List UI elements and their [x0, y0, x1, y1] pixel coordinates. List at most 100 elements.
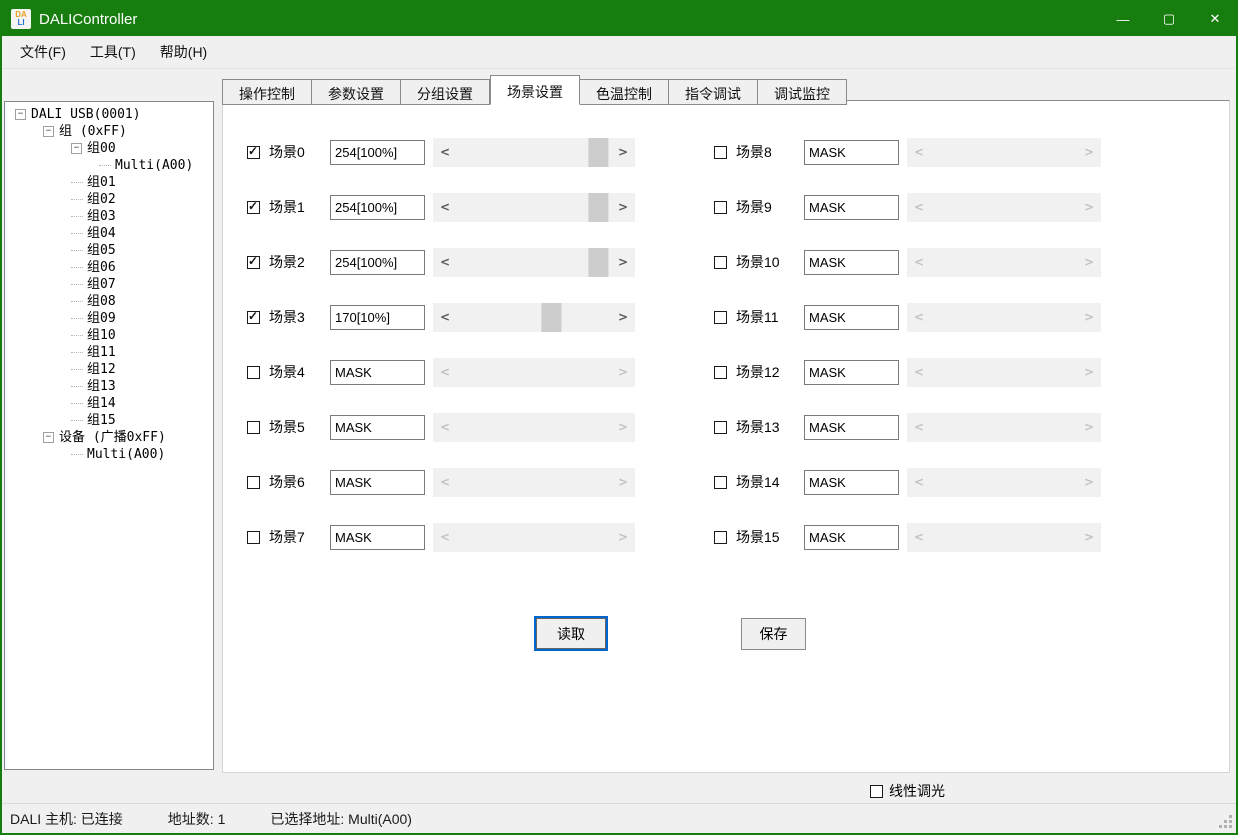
tree-item[interactable]: 组05	[5, 242, 213, 259]
slider-left-arrow-icon[interactable]: <	[433, 138, 457, 167]
save-button[interactable]: 保存	[741, 618, 806, 650]
tab-3[interactable]: 场景设置	[490, 75, 580, 105]
tab-1[interactable]: 参数设置	[312, 79, 401, 105]
scene-checkbox[interactable]	[714, 256, 727, 269]
slider-track[interactable]	[457, 303, 611, 332]
scene-checkbox[interactable]	[247, 311, 260, 324]
scene-value-input[interactable]	[330, 415, 425, 440]
scene-value-input[interactable]	[804, 195, 899, 220]
slider-track[interactable]	[457, 138, 611, 167]
tree-collapse-icon[interactable]: −	[43, 126, 54, 137]
scene-level-slider[interactable]: <>	[433, 248, 635, 277]
tree-item[interactable]: −DALI USB(0001)	[5, 106, 213, 123]
slider-right-arrow-icon[interactable]: >	[611, 193, 635, 222]
tree-item[interactable]: −组00	[5, 140, 213, 157]
tree-item[interactable]: 组13	[5, 378, 213, 395]
tree-item[interactable]: 组01	[5, 174, 213, 191]
slider-right-arrow-icon[interactable]: >	[611, 138, 635, 167]
scene-checkbox[interactable]	[247, 256, 260, 269]
slider-left-arrow-icon[interactable]: <	[433, 303, 457, 332]
scene-value-input[interactable]	[804, 360, 899, 385]
menu-item-2[interactable]: 帮助(H)	[148, 37, 219, 67]
scene-value-input[interactable]	[330, 470, 425, 495]
scene-checkbox[interactable]	[714, 146, 727, 159]
tree-leaf-dash	[71, 352, 83, 353]
tree-item[interactable]: 组15	[5, 412, 213, 429]
tree-item[interactable]: 组14	[5, 395, 213, 412]
tree-collapse-icon[interactable]: −	[43, 432, 54, 443]
scene-value-input[interactable]	[804, 250, 899, 275]
resize-grip[interactable]	[1219, 815, 1232, 828]
tree-item[interactable]: −设备 (广播0xFF)	[5, 429, 213, 446]
menu-item-0[interactable]: 文件(F)	[8, 37, 78, 67]
scene-checkbox[interactable]	[247, 421, 260, 434]
scene-value-input[interactable]	[804, 305, 899, 330]
scene-label: 场景3	[269, 307, 330, 327]
scene-checkbox[interactable]	[714, 531, 727, 544]
slider-track[interactable]	[457, 193, 611, 222]
scene-level-slider[interactable]: <>	[433, 193, 635, 222]
scene-value-input[interactable]	[804, 470, 899, 495]
scene-checkbox[interactable]	[247, 366, 260, 379]
minimize-button[interactable]: —	[1100, 0, 1146, 38]
scene-level-slider: <>	[907, 358, 1101, 387]
scene-checkbox[interactable]	[714, 311, 727, 324]
tree-item[interactable]: 组02	[5, 191, 213, 208]
scene-value-input[interactable]	[330, 140, 425, 165]
menu-item-1[interactable]: 工具(T)	[78, 37, 148, 67]
tab-4[interactable]: 色温控制	[580, 79, 669, 105]
device-tree[interactable]: −DALI USB(0001)−组 (0xFF)−组00Multi(A00)组0…	[4, 101, 214, 770]
tree-collapse-icon[interactable]: −	[15, 109, 26, 120]
tree-item[interactable]: Multi(A00)	[5, 157, 213, 174]
tree-item[interactable]: 组03	[5, 208, 213, 225]
scene-checkbox[interactable]	[247, 531, 260, 544]
maximize-button[interactable]: ▢	[1146, 0, 1192, 38]
tree-leaf-dash	[71, 301, 83, 302]
tab-0[interactable]: 操作控制	[222, 79, 312, 105]
tab-2[interactable]: 分组设置	[401, 79, 490, 105]
scene-value-input[interactable]	[804, 525, 899, 550]
tree-item[interactable]: 组10	[5, 327, 213, 344]
tree-item[interactable]: Multi(A00)	[5, 446, 213, 463]
scene-level-slider[interactable]: <>	[433, 138, 635, 167]
slider-thumb[interactable]	[541, 303, 561, 332]
scene-value-input[interactable]	[804, 140, 899, 165]
tree-item[interactable]: 组12	[5, 361, 213, 378]
tree-item[interactable]: −组 (0xFF)	[5, 123, 213, 140]
slider-thumb[interactable]	[588, 138, 608, 167]
scene-checkbox[interactable]	[714, 476, 727, 489]
tab-6[interactable]: 调试监控	[758, 79, 847, 105]
scene-checkbox[interactable]	[714, 366, 727, 379]
tree-item[interactable]: 组07	[5, 276, 213, 293]
tree-item[interactable]: 组11	[5, 344, 213, 361]
scene-checkbox[interactable]	[714, 421, 727, 434]
slider-thumb[interactable]	[588, 193, 608, 222]
scene-checkbox[interactable]	[247, 201, 260, 214]
tree-item[interactable]: 组06	[5, 259, 213, 276]
scene-value-input[interactable]	[330, 305, 425, 330]
scene-level-slider[interactable]: <>	[433, 303, 635, 332]
scene-level-slider: <>	[907, 523, 1101, 552]
scene-value-input[interactable]	[330, 525, 425, 550]
slider-right-arrow-icon[interactable]: >	[611, 248, 635, 277]
tree-collapse-icon[interactable]: −	[71, 143, 82, 154]
scene-value-input[interactable]	[330, 250, 425, 275]
scene-checkbox[interactable]	[247, 146, 260, 159]
tree-item[interactable]: 组04	[5, 225, 213, 242]
slider-left-arrow-icon[interactable]: <	[433, 193, 457, 222]
linear-dimming-checkbox[interactable]	[870, 785, 883, 798]
slider-track[interactable]	[457, 248, 611, 277]
scene-value-input[interactable]	[330, 195, 425, 220]
slider-left-arrow-icon[interactable]: <	[433, 248, 457, 277]
tab-5[interactable]: 指令调试	[669, 79, 758, 105]
scene-value-input[interactable]	[804, 415, 899, 440]
tree-item[interactable]: 组09	[5, 310, 213, 327]
slider-right-arrow-icon[interactable]: >	[611, 303, 635, 332]
close-button[interactable]: ✕	[1192, 0, 1238, 38]
slider-thumb[interactable]	[588, 248, 608, 277]
tree-item[interactable]: 组08	[5, 293, 213, 310]
scene-checkbox[interactable]	[247, 476, 260, 489]
scene-value-input[interactable]	[330, 360, 425, 385]
read-button[interactable]: 读取	[534, 616, 608, 651]
scene-checkbox[interactable]	[714, 201, 727, 214]
